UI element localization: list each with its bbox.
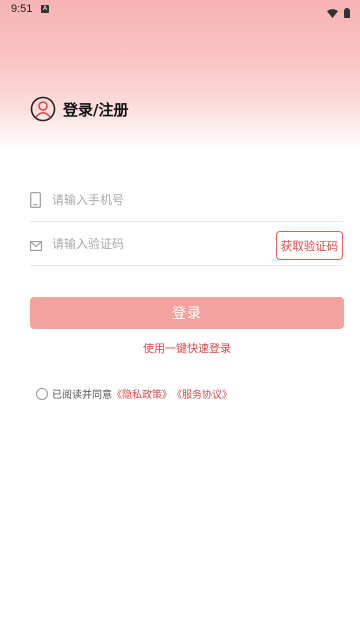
status-bar: 9:51 A: [0, 0, 360, 20]
status-time: 9:51: [11, 3, 33, 15]
mail-icon: [30, 236, 42, 255]
agreement-row: 已阅读并同意 《隐私政策》 《服务协议》: [36, 386, 232, 401]
phone-icon: [30, 192, 41, 212]
privacy-policy-link[interactable]: 《隐私政策》: [112, 386, 172, 401]
agreement-checkbox[interactable]: [36, 387, 48, 400]
page-title-row: 登录/注册: [30, 96, 128, 122]
get-code-button[interactable]: 获取验证码: [276, 231, 343, 260]
code-row: 获取验证码: [30, 222, 343, 266]
verification-code-input[interactable]: [52, 232, 272, 256]
header-background: [0, 0, 360, 150]
phone-row: [30, 178, 343, 222]
agreement-prefix: 已阅读并同意: [52, 390, 112, 401]
page-title: 登录/注册: [63, 100, 129, 119]
wifi-icon: [327, 3, 338, 22]
phone-input[interactable]: [52, 188, 272, 212]
battery-icon: [344, 3, 350, 22]
quick-login-link[interactable]: 使用一键快速登录: [0, 340, 360, 356]
login-button[interactable]: 登录: [30, 297, 344, 329]
service-agreement-link[interactable]: 《服务协议》: [172, 386, 232, 401]
user-avatar-icon: [30, 96, 56, 122]
notification-app-icon: A: [41, 5, 49, 13]
